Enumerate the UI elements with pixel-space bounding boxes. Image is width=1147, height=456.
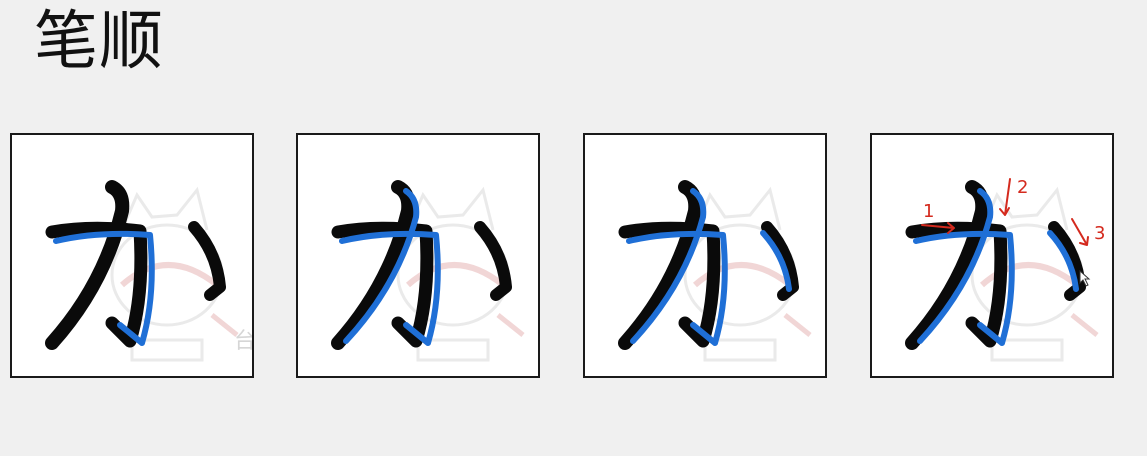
annotation-label-2: 2	[1017, 177, 1028, 198]
arrow-2-icon	[999, 178, 1011, 216]
stroke-figure-3	[618, 180, 812, 362]
page-title: 笔顺	[34, 5, 164, 79]
watermark-text-1: 台	[234, 329, 254, 354]
arrow-3-icon	[1071, 218, 1089, 246]
stroke-order-panel-1: 台	[10, 133, 254, 378]
annotation-label-1: 1	[923, 201, 934, 222]
annotation-label-3: 3	[1094, 223, 1105, 244]
stroke-figure-2	[331, 180, 525, 362]
stroke-figure-4: 1 2 3	[905, 177, 1105, 362]
stroke-figure-1	[45, 180, 239, 362]
stroke-order-panel-4: 1 2 3 人	[870, 133, 1114, 378]
stroke-order-panel-2	[296, 133, 540, 378]
stroke-order-panel-3: 他	[583, 133, 827, 378]
